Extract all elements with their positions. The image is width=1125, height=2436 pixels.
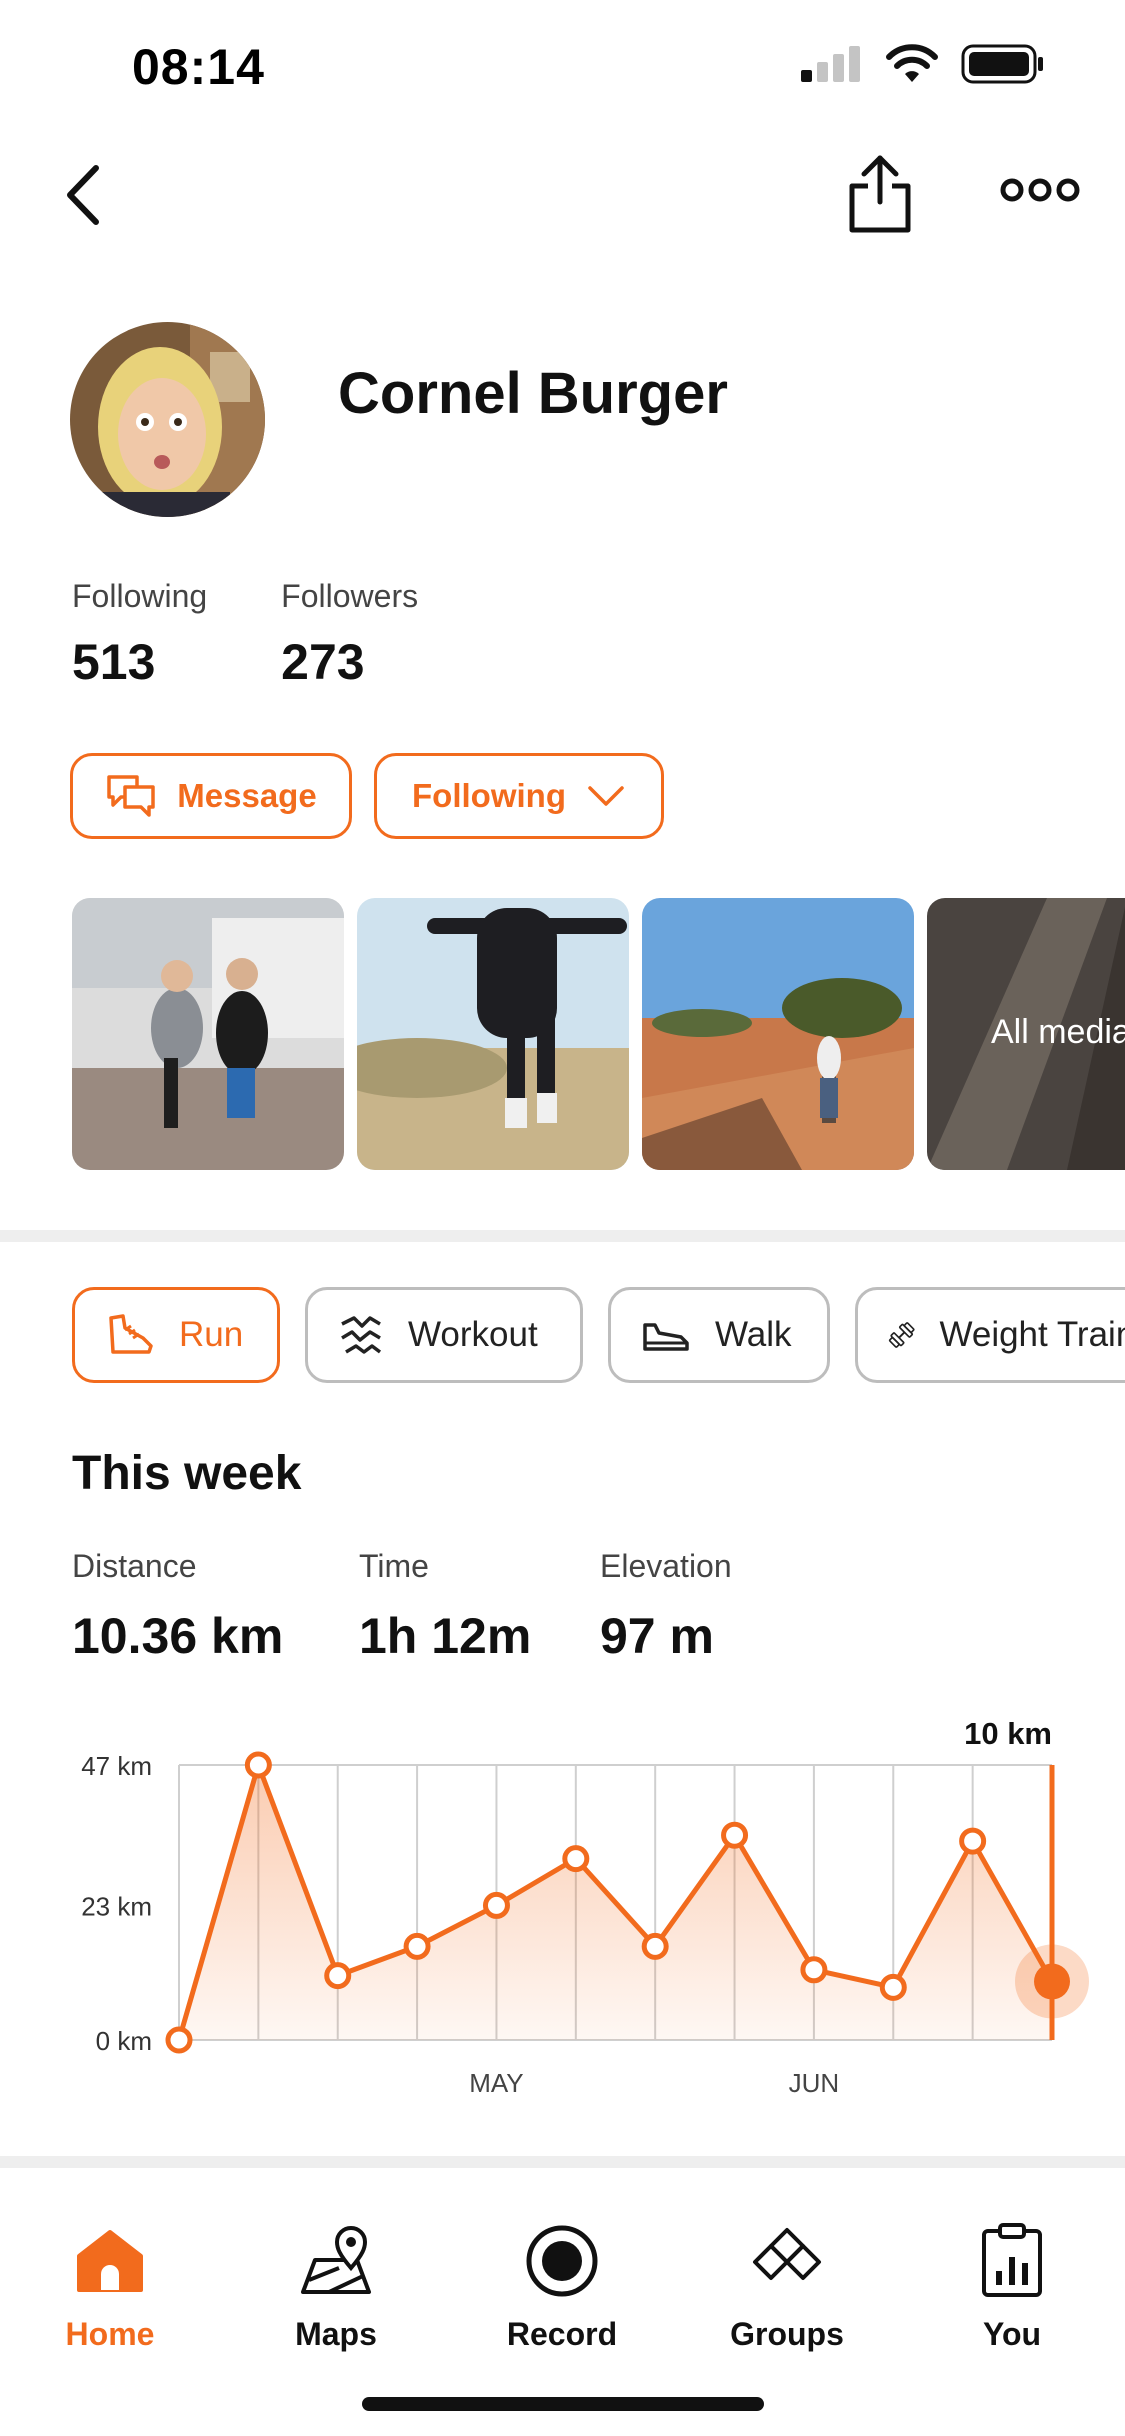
tab-maps[interactable]: Maps [246,2216,426,2353]
tab-home[interactable]: Home [20,2216,200,2353]
media-strip: All media [72,898,1125,1170]
cellular-signal-icon [801,46,860,82]
data-point[interactable] [641,1932,669,1960]
stat-label: Followers [281,578,419,614]
back-button[interactable] [56,160,116,230]
battery-icon [961,44,1043,84]
home-icon [77,2230,143,2292]
tab-weight-training[interactable]: Weight Training [855,1287,1125,1383]
following-stat[interactable]: Following 513 [72,578,207,691]
groups-icon [753,2228,821,2280]
walk-shoe-icon [643,1323,689,1351]
stat-value: 513 [72,634,156,690]
tab-groups[interactable]: Groups [697,2216,877,2353]
profile-actions: Message Following [70,753,664,839]
media-thumbnail[interactable] [642,898,914,1170]
section-title: This week [72,1447,302,1500]
all-media-tile[interactable]: All media [927,898,1125,1170]
profile-name: Cornel Burger [338,361,728,426]
following-button-label: Following [412,777,566,814]
all-media-label: All media [991,1013,1125,1051]
data-point[interactable] [403,1932,431,1960]
follow-stats: Following 513 Followers 273 [72,578,418,691]
shoe-icon [109,1314,153,1354]
data-point[interactable] [562,1845,590,1873]
elevation-stat: Elevation 97 m [600,1548,732,1665]
y-tick-label: 0 km [96,2026,152,2056]
share-button[interactable] [840,150,920,240]
dumbbell-icon [888,1322,915,1348]
following-dropdown-button[interactable]: Following [374,753,664,839]
stat-label: Distance [72,1548,197,1584]
data-point[interactable] [324,1962,352,1990]
data-point[interactable] [879,1973,907,2001]
tab-workout-label: Workout [408,1315,538,1354]
chevron-left-icon [67,165,99,225]
stat-value: 273 [281,634,365,690]
chevron-down-icon [588,786,624,806]
stat-value: 10.36 km [72,1608,284,1664]
tab-weight-training-label: Weight Training [939,1315,1125,1354]
tab-walk[interactable]: Walk [608,1287,830,1383]
y-tick-label: 47 km [81,1751,152,1781]
current-data-point[interactable] [1034,1963,1070,2000]
data-point[interactable] [165,2026,193,2054]
tab-run-label: Run [179,1315,244,1354]
tab-you-label: You [982,2316,1042,2352]
nav-bar [0,140,1125,240]
data-point[interactable] [482,1891,510,1919]
workout-icon [341,1316,382,1354]
tab-record-label: Record [506,2316,618,2352]
status-icons [801,44,1045,84]
y-tick-label: 23 km [81,1891,152,1921]
message-button[interactable]: Message [70,753,352,839]
share-icon [849,155,911,233]
x-tick-label: JUN [789,2068,840,2098]
wifi-icon [886,44,938,82]
media-thumbnail[interactable] [357,898,629,1170]
data-point[interactable] [721,1821,749,1849]
tab-workout[interactable]: Workout [305,1287,583,1383]
tab-maps-label: Maps [295,2316,377,2352]
status-time: 08:14 [132,39,265,95]
clipboard-icon [982,2223,1042,2297]
more-options-button[interactable] [1000,165,1080,215]
media-thumbnail[interactable] [72,898,344,1170]
tab-groups-label: Groups [730,2316,844,2352]
time-stat: Time 1h 12m [359,1548,531,1665]
stat-label: Elevation [600,1548,732,1584]
message-button-label: Message [177,777,317,814]
tab-home-label: Home [65,2316,155,2352]
followers-stat[interactable]: Followers 273 [281,578,418,691]
current-value-label: 10 km [964,1716,1052,1751]
record-icon [526,2225,598,2297]
avatar[interactable] [70,322,265,517]
profile-header: Cornel Burger [70,322,1070,522]
status-bar: 08:14 [0,0,1125,130]
more-dots-icon [1000,178,1080,202]
stat-label: Following [72,578,208,614]
x-tick-label: MAY [469,2068,523,2098]
data-point[interactable] [244,1751,272,1779]
stat-value: 97 m [600,1608,714,1664]
tab-run[interactable]: Run [72,1287,280,1383]
stat-label: Time [359,1548,429,1584]
tab-walk-label: Walk [715,1315,792,1354]
chat-bubbles-icon [107,775,156,817]
sport-type-tabs: Run Workout Walk Weight Training [72,1287,1125,1383]
stat-value: 1h 12m [359,1608,532,1664]
maps-icon [301,2226,371,2294]
data-point[interactable] [800,1956,828,1984]
data-point[interactable] [959,1827,987,1855]
tab-you[interactable]: You [922,2216,1102,2353]
section-divider [0,2156,1125,2168]
weekly-distance-chart[interactable]: 47 km 23 km 0 km MAY JUN 10 km [0,1700,1125,2120]
home-indicator [362,2397,764,2411]
distance-stat: Distance 10.36 km [72,1548,283,1665]
tab-record[interactable]: Record [472,2216,652,2353]
section-divider [0,1230,1125,1242]
